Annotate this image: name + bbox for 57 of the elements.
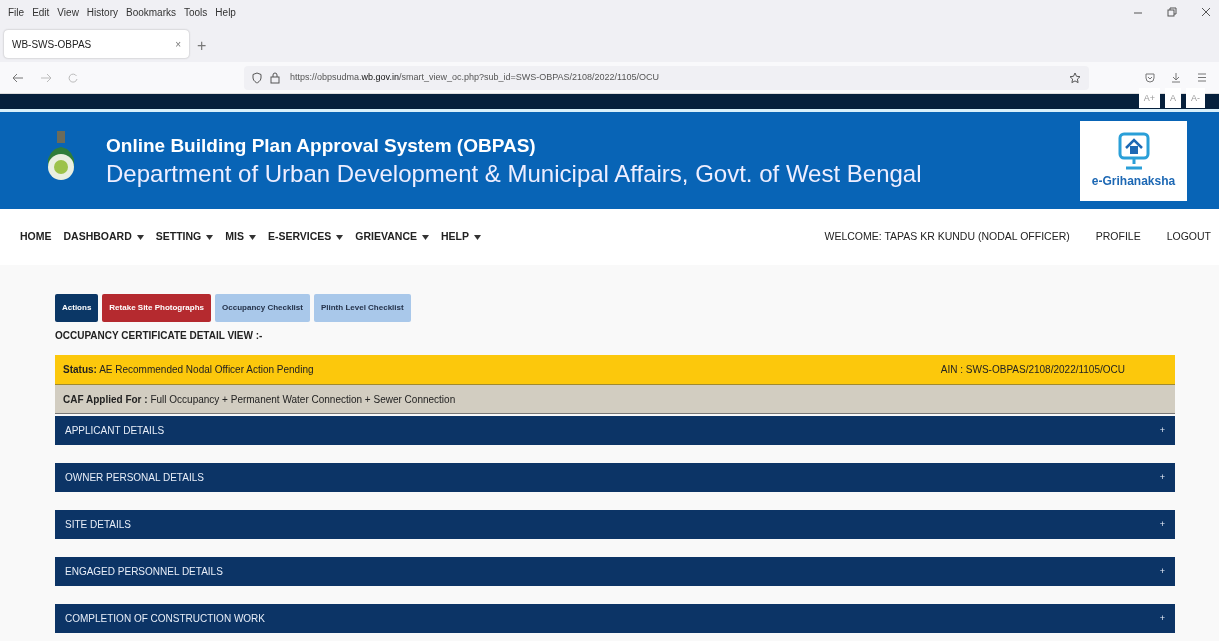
expand-icon: + [1159, 470, 1165, 485]
caret-icon [474, 234, 482, 240]
menu-item[interactable]: Bookmarks [126, 4, 176, 20]
menu-icon[interactable] [1197, 73, 1207, 82]
restore-icon[interactable] [1167, 7, 1177, 17]
ain-text: AIN : SWS-OBPAS/2108/2022/1105/OCU [940, 363, 1125, 377]
expand-icon: + [1159, 611, 1165, 626]
action-button[interactable]: Plinth Level Checklist [313, 294, 411, 322]
nav-link[interactable]: DASHBOARD [63, 229, 144, 245]
caret-icon [136, 234, 144, 240]
nav-link[interactable]: SETTING [155, 229, 214, 245]
caret-icon [336, 234, 344, 240]
section-header[interactable]: ENGAGED PERSONNEL DETAILS + [55, 557, 1175, 586]
caret-icon [206, 234, 214, 240]
caret-icon [248, 234, 256, 240]
menu-item[interactable]: View [57, 4, 79, 20]
expand-icon: + [1159, 564, 1165, 579]
action-button[interactable]: Actions [55, 294, 99, 322]
pocket-icon[interactable] [1145, 72, 1155, 83]
section-header[interactable]: SITE DETAILS + [55, 510, 1175, 539]
section-header[interactable]: COMPLETION OF CONSTRUCTION WORK + [55, 604, 1175, 633]
new-tab-button[interactable]: + [197, 34, 207, 58]
close-icon[interactable] [1201, 7, 1211, 17]
menu-item[interactable]: History [86, 4, 118, 20]
back-arrow-icon[interactable] [12, 72, 24, 83]
expand-icon: + [1159, 517, 1165, 532]
expand-icon: + [1159, 423, 1165, 438]
menu-item[interactable]: Tools [184, 4, 208, 20]
menu-item[interactable]: Help [215, 4, 236, 20]
download-icon[interactable] [1171, 72, 1181, 83]
section-header[interactable]: APPLICANT DETAILS + [55, 416, 1175, 445]
tab-close-button[interactable]: × [175, 36, 181, 52]
menu-item[interactable]: File [8, 4, 25, 20]
shield-icon [252, 71, 262, 84]
caf-text: CAF Applied For : Full Occupancy + Permanent Water Connection + Sewer Connection [63, 392, 456, 407]
caret-icon [422, 234, 429, 240]
nav-link[interactable]: MIS [225, 229, 256, 245]
tab-title: WB-SWS-OBPAS [12, 37, 92, 52]
nav-link[interactable]: GRIEVANCE [355, 229, 429, 245]
nav-link[interactable]: HOME [20, 229, 52, 245]
action-button[interactable]: Occupancy Checklist [215, 294, 310, 322]
action-button[interactable]: Retake Site Photographs [102, 294, 212, 322]
nav-link[interactable]: HELP [441, 229, 482, 245]
welcome-text: WELCOME: TAPAS KR KUNDU (NODAL OFFICER) [824, 229, 1070, 245]
section-header[interactable]: OWNER PERSONAL DETAILS + [55, 463, 1175, 492]
browser-tab[interactable]: WB-SWS-OBPAS × [4, 30, 189, 58]
page-title: OCCUPANCY CERTIFICATE DETAIL VIEW :- [55, 329, 264, 343]
lock-icon [270, 71, 282, 84]
nav-link[interactable]: PROFILE [1095, 229, 1141, 245]
logo-text: e-Grihanaksha [1091, 172, 1176, 190]
nav-link[interactable]: E-SERVICES [267, 229, 344, 245]
menu-item[interactable]: Edit [32, 4, 50, 20]
department-name: Department of Urban Development & Municipal Affairs, Govt. of West Bengal [106, 160, 922, 190]
status-text: Status: AE Recommended Nodal Officer Action Pending [63, 363, 314, 377]
site-title: Online Building Plan Approval System (OBPAS) [106, 133, 537, 158]
star-icon[interactable] [1069, 71, 1081, 84]
nav-link[interactable]: LOGOUT [1166, 229, 1211, 245]
